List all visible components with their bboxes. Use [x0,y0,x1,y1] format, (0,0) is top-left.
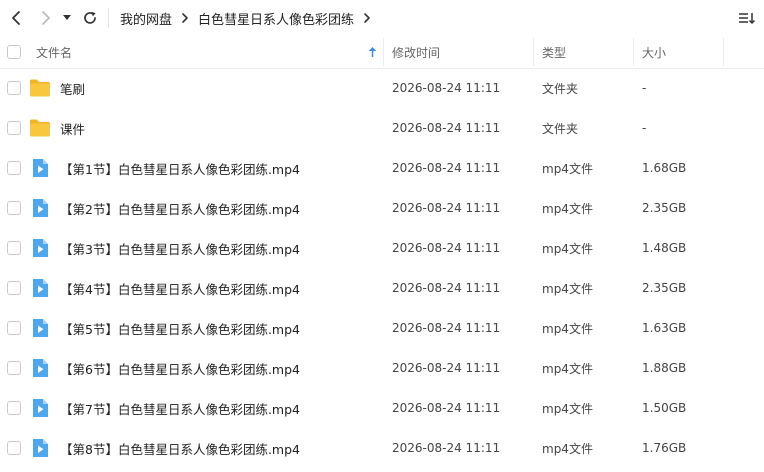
column-divider[interactable] [533,38,534,66]
row-checkbox[interactable] [7,201,21,215]
row-checkbox[interactable] [7,281,21,295]
file-size: 1.68GB [642,161,687,175]
view-sort-button[interactable] [736,7,758,29]
history-dropdown-button[interactable] [57,6,77,30]
table-row[interactable]: 【第1节】白色彗星日系人像色彩团练.mp4 2026-08-24 11:11 m… [0,148,764,188]
file-modified: 2026-08-24 11:11 [392,281,501,295]
table-row[interactable]: 【第3节】白色彗星日系人像色彩团练.mp4 2026-08-24 11:11 m… [0,228,764,268]
file-size: - [642,121,647,135]
file-type: mp4文件 [542,401,593,416]
file-type: mp4文件 [542,361,593,376]
table-row[interactable]: 【第6节】白色彗星日系人像色彩团练.mp4 2026-08-24 11:11 m… [0,348,764,388]
table-row[interactable]: 【第5节】白色彗星日系人像色彩团练.mp4 2026-08-24 11:11 m… [0,308,764,348]
back-button[interactable] [4,6,28,30]
file-name[interactable]: 【第1节】白色彗星日系人像色彩团练.mp4 [60,148,300,188]
sort-up-arrow-icon[interactable] [368,36,377,68]
row-checkbox[interactable] [7,81,21,95]
breadcrumb-expand-icon[interactable] [363,12,371,24]
row-checkbox[interactable] [7,361,21,375]
toolbar: 我的网盘 白色彗星日系人像色彩团练 [0,0,764,36]
file-size: 1.88GB [642,361,687,375]
file-modified: 2026-08-24 11:11 [392,321,501,335]
file-type: mp4文件 [542,161,593,176]
file-modified: 2026-08-24 11:11 [392,201,501,215]
video-file-icon [33,199,48,217]
row-checkbox[interactable] [7,441,21,455]
file-size: 1.48GB [642,241,687,255]
video-file-icon [33,319,48,337]
header-modified[interactable]: 修改时间 [392,36,440,68]
file-type: mp4文件 [542,201,593,216]
table-row[interactable]: 【第7节】白色彗星日系人像色彩团练.mp4 2026-08-24 11:11 m… [0,388,764,428]
video-file-icon [33,399,48,417]
file-type: 文件夹 [542,121,579,136]
file-size: - [642,81,647,95]
breadcrumb-separator-icon [181,12,189,24]
breadcrumb-current[interactable]: 白色彗星日系人像色彩团练 [198,9,354,28]
table-row[interactable]: 笔刷 2026-08-24 11:11 文件夹 - [0,68,764,108]
video-file-icon [33,239,48,257]
video-file-icon [33,279,48,297]
breadcrumb: 我的网盘 白色彗星日系人像色彩团练 [120,0,380,36]
file-name[interactable]: 【第7节】白色彗星日系人像色彩团练.mp4 [60,388,300,428]
file-modified: 2026-08-24 11:11 [392,81,501,95]
file-type: mp4文件 [542,241,593,256]
toolbar-divider [108,8,109,28]
table-row[interactable]: 【第4节】白色彗星日系人像色彩团练.mp4 2026-08-24 11:11 m… [0,268,764,308]
file-modified: 2026-08-24 11:11 [392,121,501,135]
file-modified: 2026-08-24 11:11 [392,361,501,375]
file-size: 2.35GB [642,201,687,215]
video-file-icon [33,159,48,177]
header-size[interactable]: 大小 [642,36,666,68]
file-type: mp4文件 [542,441,593,456]
refresh-icon [84,11,96,24]
caret-down-icon [63,15,71,20]
file-modified: 2026-08-24 11:11 [392,441,501,455]
list-sort-icon [739,13,756,25]
forward-button[interactable] [34,6,58,30]
row-checkbox[interactable] [7,401,21,415]
row-checkbox[interactable] [7,241,21,255]
column-divider[interactable] [723,38,724,66]
file-type: mp4文件 [542,321,593,336]
row-checkbox[interactable] [7,321,21,335]
file-name[interactable]: 【第4节】白色彗星日系人像色彩团练.mp4 [60,268,300,308]
column-divider[interactable] [633,38,634,66]
file-type: mp4文件 [542,281,593,296]
file-size: 1.50GB [642,401,687,415]
file-size: 1.63GB [642,321,687,335]
file-name[interactable]: 【第8节】白色彗星日系人像色彩团练.mp4 [60,428,300,468]
header-name[interactable]: 文件名 [36,36,72,68]
row-checkbox[interactable] [7,161,21,175]
row-checkbox[interactable] [7,121,21,135]
chevron-right-icon [42,11,50,25]
file-modified: 2026-08-24 11:11 [392,241,501,255]
file-modified: 2026-08-24 11:11 [392,161,501,175]
select-all-checkbox[interactable] [7,45,21,59]
file-type: 文件夹 [542,81,579,96]
file-size: 1.76GB [642,441,687,455]
header-type[interactable]: 类型 [542,36,566,68]
file-name[interactable]: 【第6节】白色彗星日系人像色彩团练.mp4 [60,348,300,388]
file-name[interactable]: 课件 [60,108,85,148]
refresh-button[interactable] [78,6,102,30]
column-divider[interactable] [383,38,384,66]
breadcrumb-root[interactable]: 我的网盘 [120,9,172,28]
video-file-icon [33,439,48,457]
folder-icon [30,79,50,97]
table-row[interactable]: 【第8节】白色彗星日系人像色彩团练.mp4 2026-08-24 11:11 m… [0,428,764,468]
table-header: 文件名 修改时间 类型 大小 [0,36,764,69]
table-row[interactable]: 课件 2026-08-24 11:11 文件夹 - [0,108,764,148]
file-name[interactable]: 【第2节】白色彗星日系人像色彩团练.mp4 [60,188,300,228]
file-size: 2.35GB [642,281,687,295]
video-file-icon [33,359,48,377]
file-name[interactable]: 【第5节】白色彗星日系人像色彩团练.mp4 [60,308,300,348]
file-modified: 2026-08-24 11:11 [392,401,501,415]
table-row[interactable]: 【第2节】白色彗星日系人像色彩团练.mp4 2026-08-24 11:11 m… [0,188,764,228]
chevron-left-icon [12,11,20,25]
file-name[interactable]: 笔刷 [60,68,85,108]
folder-icon [30,119,50,137]
file-name[interactable]: 【第3节】白色彗星日系人像色彩团练.mp4 [60,228,300,268]
